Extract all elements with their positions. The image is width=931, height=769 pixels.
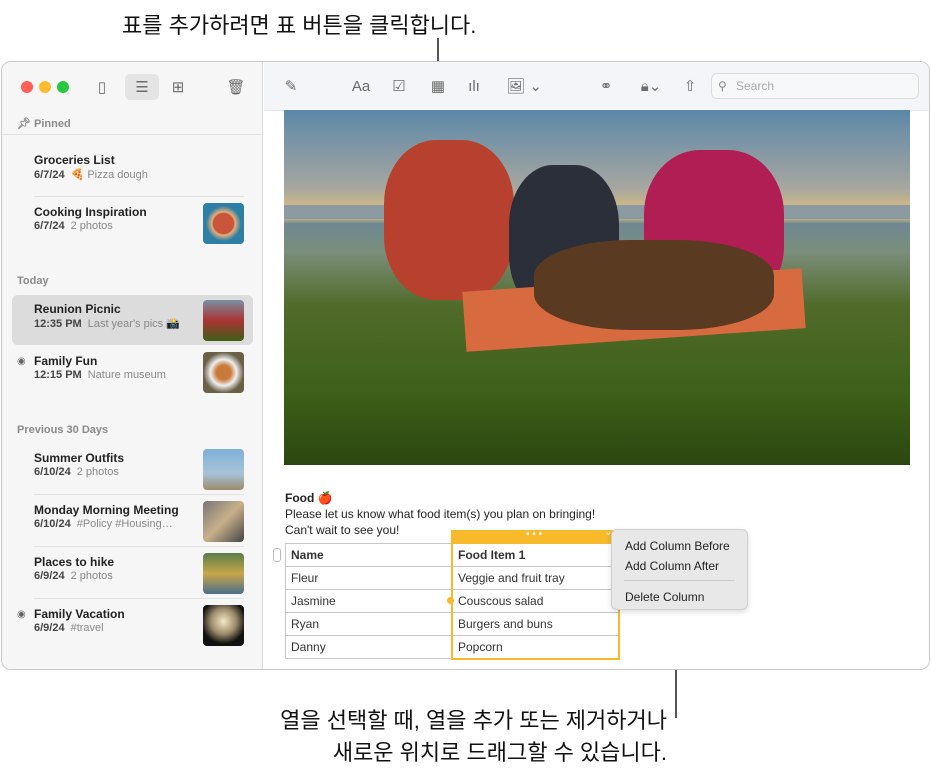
table-cell[interactable]: Danny: [285, 635, 453, 659]
search-icon: ⚲: [718, 79, 727, 93]
list-view-icon[interactable]: ☰: [125, 74, 159, 100]
menu-add-column-after[interactable]: Add Column After: [625, 559, 719, 573]
note-body[interactable]: Food 🍎 Please let us know what food item…: [285, 490, 595, 538]
note-line: Can't wait to see you!: [285, 523, 400, 537]
table-icon[interactable]: ▦: [426, 73, 450, 99]
note-title: Family Fun: [34, 354, 98, 368]
media-icon[interactable]: 🖼︎ ⌄: [504, 73, 544, 99]
callout-bottom-1: 열을 선택할 때, 열을 추가 또는 제거하거나: [280, 708, 667, 733]
table-cell[interactable]: Fleur: [285, 566, 453, 590]
note-title: Monday Morning Meeting: [34, 503, 179, 517]
note-meta: 6/10/24 2 photos: [34, 466, 119, 478]
search-placeholder: Search: [736, 79, 775, 93]
notes-window: ▯ ☰ ⊞ 🗑 📌︎ Pinned Today Previous 30 Days…: [1, 61, 930, 670]
row-handle[interactable]: [273, 548, 281, 562]
note-title: Family Vacation: [34, 607, 125, 621]
note-item[interactable]: Monday Morning Meeting 6/10/24 #Policy #Ho…: [12, 496, 253, 546]
note-meta: 12:35 PM Last year's pics 📸: [34, 318, 180, 330]
sidebar: ▯ ☰ ⊞ 🗑 📌︎ Pinned Today Previous 30 Days…: [2, 62, 263, 669]
note-meta: 6/9/24 #travel: [34, 622, 104, 634]
section-label: Pinned: [34, 118, 71, 130]
lock-icon[interactable]: 🔒︎⌄: [634, 73, 668, 99]
shared-icon: ◉: [17, 609, 26, 620]
note-meta: 6/7/24 🍕 Pizza dough: [34, 169, 148, 181]
note-item[interactable]: ◉ Family Fun 12:15 PM Nature museum: [12, 347, 253, 397]
section-today: Today: [17, 275, 49, 287]
note-item-selected[interactable]: Reunion Picnic 12:35 PM Last year's pics 📸: [12, 295, 253, 345]
trash-icon[interactable]: 🗑: [224, 74, 248, 100]
note-photo: [284, 110, 910, 465]
note-meta: 6/10/24 #Policy #Housing…: [34, 518, 173, 530]
toolbar: ✎ Aa ☑ ▦ ılı 🖼︎ ⌄ ⚭ 🔒︎⌄ ⇧ ⚲ Search: [264, 62, 929, 111]
section-pinned: 📌︎ Pinned: [17, 117, 71, 130]
table-cell[interactable]: Couscous salad: [452, 589, 620, 613]
table-cell[interactable]: Burgers and buns: [452, 612, 620, 636]
close-button[interactable]: [21, 81, 33, 93]
note-meta: 6/7/24 2 photos: [34, 220, 113, 232]
callout-bottom-2: 새로운 위치로 드래그할 수 있습니다.: [332, 740, 667, 765]
sidebar-toggle-icon[interactable]: ▯: [90, 74, 114, 100]
table-row: Fleur Veggie and fruit tray: [285, 566, 620, 590]
menu-divider: [624, 580, 735, 581]
note-editor: ✎ Aa ☑ ▦ ılı 🖼︎ ⌄ ⚭ 🔒︎⌄ ⇧ ⚲ Search Food 🍎…: [264, 62, 929, 669]
audio-icon[interactable]: ılı: [462, 73, 486, 99]
note-meta: 6/9/24 2 photos: [34, 570, 113, 582]
note-item[interactable]: Places to hike 6/9/24 2 photos: [12, 548, 253, 598]
menu-add-column-before[interactable]: Add Column Before: [625, 539, 730, 553]
note-item[interactable]: ◉ Family Vacation 6/9/24 #travel: [12, 600, 253, 650]
thumbnail: [203, 501, 244, 542]
cell-resize-dot[interactable]: [447, 597, 454, 604]
table-cell[interactable]: Veggie and fruit tray: [452, 566, 620, 590]
menu-delete-column[interactable]: Delete Column: [625, 590, 704, 604]
column-context-menu: Add Column Before Add Column After Delet…: [611, 529, 748, 610]
note-item[interactable]: Groceries List 6/7/24 🍕 Pizza dough: [12, 146, 253, 196]
table-header-row: Name Food Item 1: [285, 543, 620, 567]
note-heading: Food 🍎: [285, 491, 333, 505]
note-item[interactable]: Cooking Inspiration 6/7/24 2 photos: [12, 198, 253, 248]
table-cell[interactable]: Food Item 1: [452, 543, 620, 567]
search-input[interactable]: ⚲ Search: [711, 73, 919, 99]
column-drag-handle[interactable]: • • •: [526, 529, 542, 540]
note-title: Reunion Picnic: [34, 302, 121, 316]
zoom-button[interactable]: [57, 81, 69, 93]
pin-icon: 📌︎: [17, 118, 35, 130]
note-title: Summer Outfits: [34, 451, 125, 465]
thumbnail: [203, 605, 244, 646]
table-cell[interactable]: Jasmine: [285, 589, 453, 613]
thumbnail: [203, 352, 244, 393]
thumbnail: [203, 449, 244, 490]
section-previous: Previous 30 Days: [17, 424, 109, 436]
table-cell[interactable]: Ryan: [285, 612, 453, 636]
thumbnail: [203, 553, 244, 594]
checklist-icon[interactable]: ☑: [387, 73, 411, 99]
table-cell[interactable]: Name: [285, 543, 453, 567]
shared-icon: ◉: [17, 356, 26, 367]
collaborate-icon[interactable]: ⚭: [594, 73, 618, 99]
note-line: Please let us know what food item(s) you…: [285, 507, 596, 521]
compose-icon[interactable]: ✎: [279, 73, 303, 99]
note-title: Cooking Inspiration: [34, 205, 147, 219]
table-row: Ryan Burgers and buns: [285, 612, 620, 636]
table-cell[interactable]: Popcorn: [452, 635, 620, 659]
divider: [2, 134, 262, 135]
note-title: Places to hike: [34, 555, 115, 569]
gallery-view-icon[interactable]: ⊞: [166, 74, 190, 100]
format-button[interactable]: Aa: [347, 73, 375, 99]
callout-top: 표를 추가하려면 표 버튼을 클릭합니다.: [122, 13, 477, 38]
thumbnail: [203, 203, 244, 244]
share-icon[interactable]: ⇧: [678, 73, 702, 99]
note-item[interactable]: Summer Outfits 6/10/24 2 photos: [12, 444, 253, 494]
thumbnail: [203, 300, 244, 341]
note-title: Groceries List: [34, 153, 115, 167]
note-meta: 12:15 PM Nature museum: [34, 369, 166, 381]
minimize-button[interactable]: [39, 81, 51, 93]
table-row: Danny Popcorn: [285, 635, 620, 659]
